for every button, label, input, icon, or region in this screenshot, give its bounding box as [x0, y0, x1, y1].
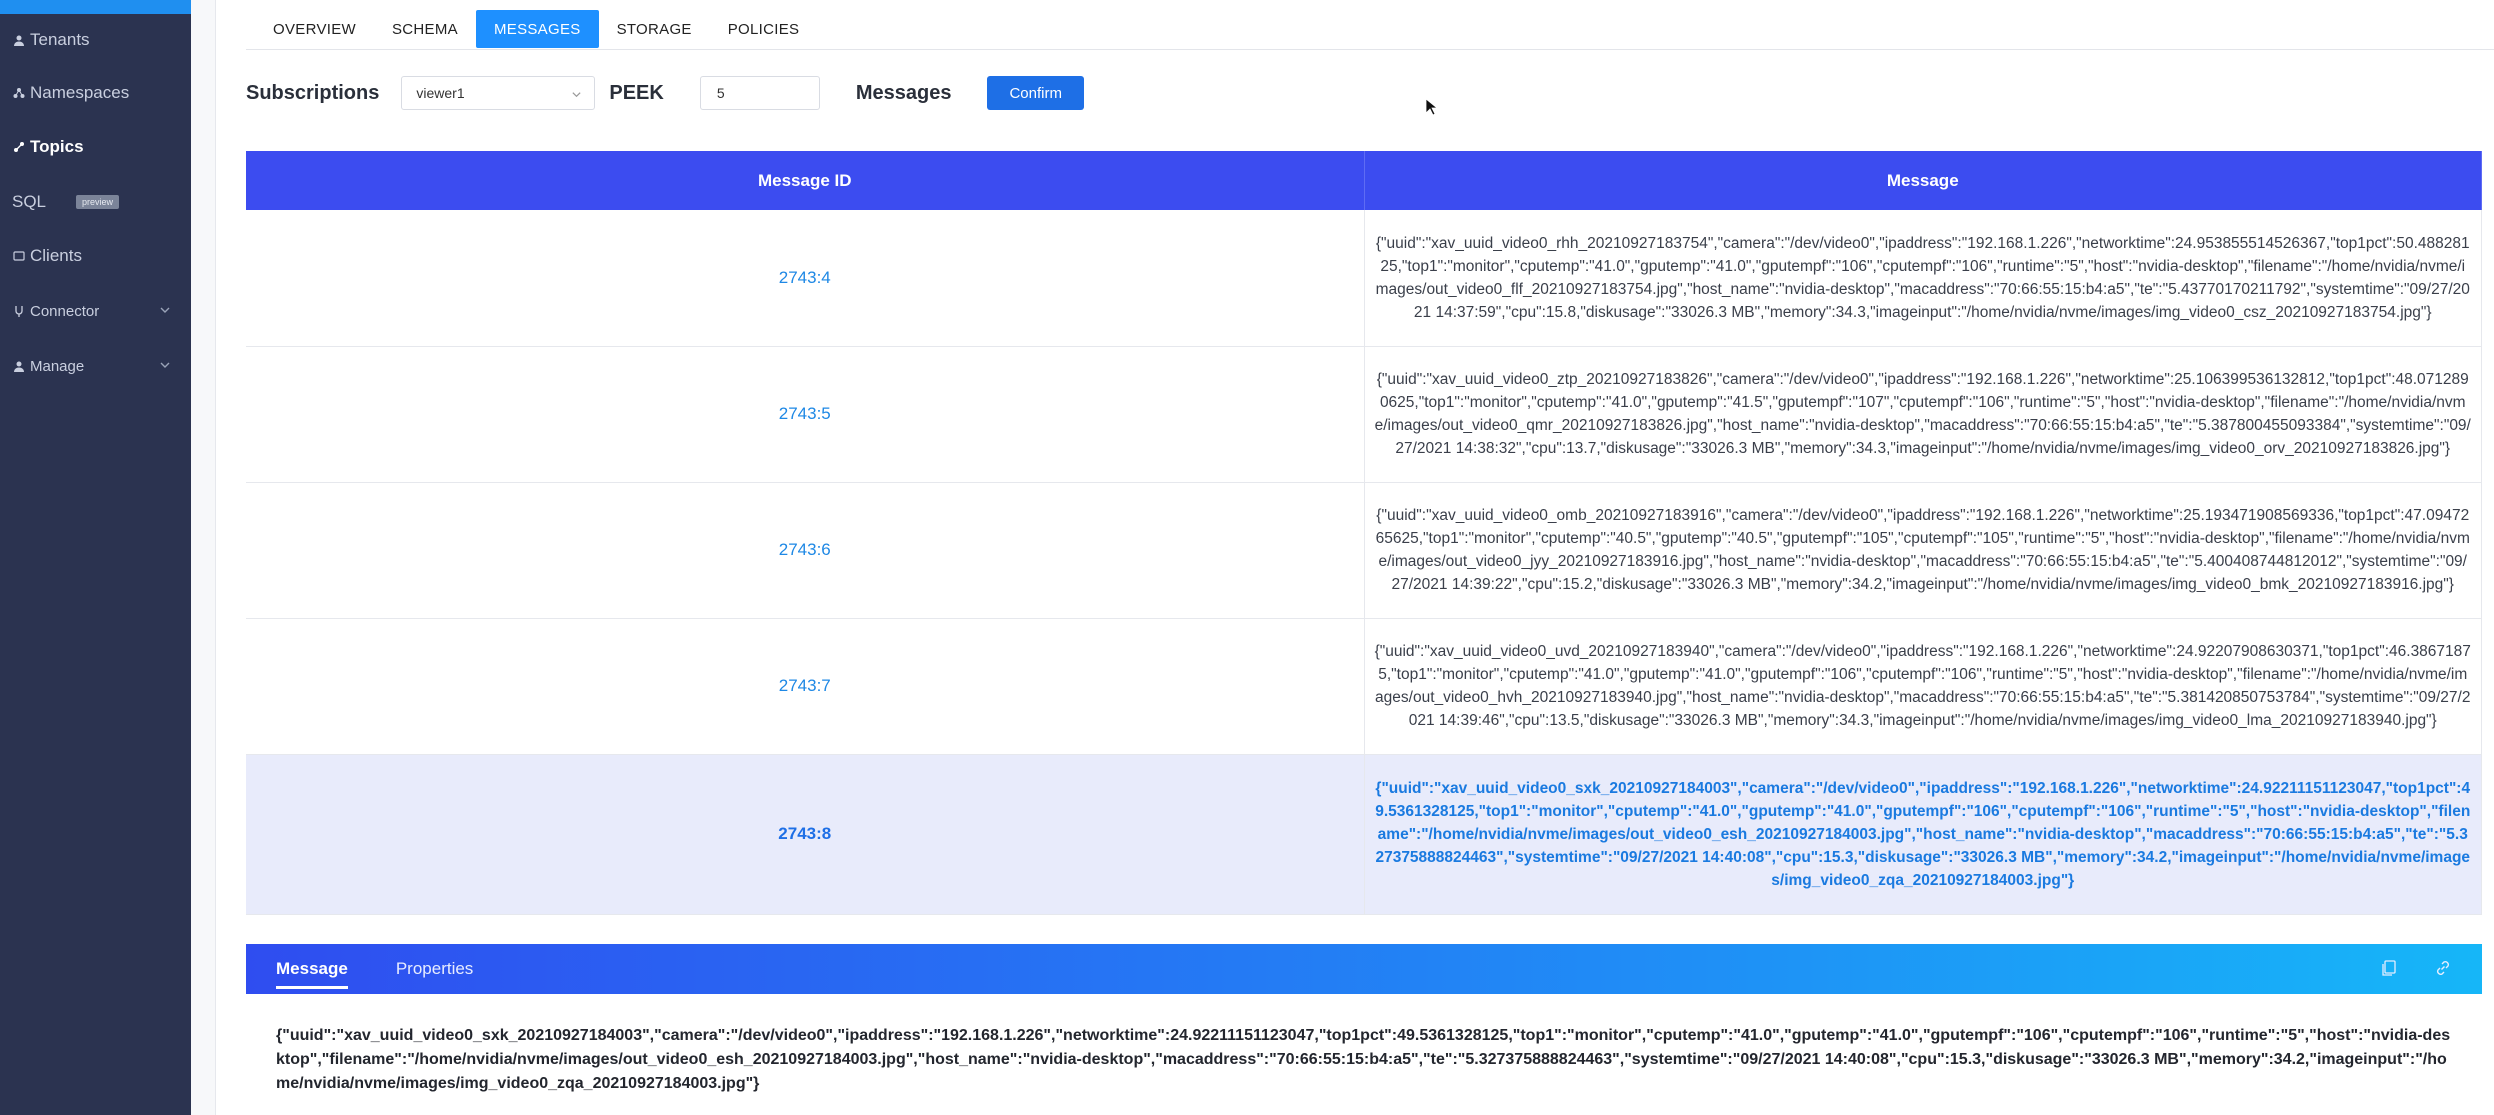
link-icon[interactable] [2434, 959, 2452, 977]
sidebar-item-label: SQL [12, 192, 47, 211]
peek-input[interactable] [699, 76, 820, 110]
message-id-link[interactable]: 2743:5 [246, 346, 1365, 483]
clients-icon [12, 249, 26, 263]
messages-table: Message ID Message 2743:4 {"uuid":"xav_u… [246, 151, 2482, 915]
messages-toolbar: Subscriptions viewer1 PEEK Messages Conf… [246, 74, 2494, 112]
sidebar-item-tenants[interactable]: Tenants [0, 20, 191, 60]
detail-actions [2380, 959, 2452, 977]
sidebar-item-label: Clients [30, 246, 82, 265]
message-id-link[interactable]: 2743:6 [246, 482, 1365, 619]
detail-tab-message[interactable]: Message [276, 953, 348, 989]
sidebar-top-accent [0, 0, 191, 14]
message-detail-body: {"uuid":"xav_uuid_video0_sxk_20210927184… [246, 994, 2482, 1115]
peek-label: PEEK [609, 81, 664, 104]
table-row-selected[interactable]: 2743:8 {"uuid":"xav_uuid_video0_sxk_2021… [246, 754, 2482, 915]
table-header-row: Message ID Message [246, 151, 2482, 210]
sidebar-item-label: Namespaces [30, 83, 130, 102]
chevron-down-icon [160, 362, 170, 368]
message-detail-header: Message Properties [246, 944, 2482, 994]
messages-label: Messages [855, 81, 952, 104]
subscription-select[interactable]: viewer1 [401, 76, 596, 110]
user-icon [12, 33, 26, 47]
confirm-button[interactable]: Confirm [987, 76, 1084, 110]
column-header-message: Message [1364, 151, 2482, 210]
tab-schema[interactable]: SCHEMA [374, 10, 476, 48]
table-row[interactable]: 2743:6 {"uuid":"xav_uuid_video0_omb_2021… [246, 482, 2482, 619]
sidebar-item-label: Tenants [30, 30, 90, 49]
tab-messages[interactable]: MESSAGES [475, 10, 599, 48]
sidebar-item-connector[interactable]: Connector [0, 291, 191, 331]
sidebar-item-topics[interactable]: Topics [0, 127, 191, 167]
subscription-value: viewer1 [416, 85, 465, 101]
tab-overview[interactable]: OVERVIEW [255, 10, 374, 48]
connector-icon [12, 304, 26, 318]
topic-tabs: OVERVIEW SCHEMA MESSAGES STORAGE POLICIE… [255, 10, 817, 48]
copy-icon[interactable] [2380, 959, 2398, 977]
table-row[interactable]: 2743:5 {"uuid":"xav_uuid_video0_ztp_2021… [246, 346, 2482, 483]
column-header-message-id: Message ID [246, 151, 1365, 210]
sidebar-item-namespaces[interactable]: Namespaces [0, 73, 191, 113]
sidebar-item-label: Connector [30, 302, 100, 320]
chevron-down-icon [572, 92, 581, 98]
sidebar-item-label: Topics [30, 137, 84, 156]
message-id-link[interactable]: 2743:7 [246, 618, 1365, 755]
message-payload: {"uuid":"xav_uuid_video0_ztp_20210927183… [1364, 346, 2482, 483]
namespace-icon [12, 86, 26, 100]
table-row[interactable]: 2743:4 {"uuid":"xav_uuid_video0_rhh_2021… [246, 210, 2482, 347]
message-id-link[interactable]: 2743:4 [246, 210, 1365, 347]
message-id-link[interactable]: 2743:8 [246, 754, 1365, 915]
tab-storage[interactable]: STORAGE [599, 10, 710, 48]
manage-icon [12, 359, 26, 373]
table-row[interactable]: 2743:7 {"uuid":"xav_uuid_video0_uvd_2021… [246, 618, 2482, 755]
sidebar-item-label: Manage [30, 357, 85, 375]
sidebar: Tenants Namespaces Topics SQL preview Cl… [0, 0, 191, 1115]
sidebar-item-clients[interactable]: Clients [0, 236, 191, 276]
preview-badge: preview [76, 195, 120, 209]
topic-icon [12, 140, 26, 154]
detail-tab-properties[interactable]: Properties [396, 953, 473, 985]
mouse-cursor-icon [1425, 98, 1437, 116]
message-payload: {"uuid":"xav_uuid_video0_rhh_20210927183… [1364, 210, 2482, 347]
sidebar-item-sql[interactable]: SQL preview [0, 182, 191, 222]
message-payload: {"uuid":"xav_uuid_video0_uvd_20210927183… [1364, 618, 2482, 755]
message-payload: {"uuid":"xav_uuid_video0_sxk_20210927184… [1364, 754, 2482, 915]
chevron-down-icon [160, 307, 170, 313]
message-payload: {"uuid":"xav_uuid_video0_omb_20210927183… [1364, 482, 2482, 619]
tabs-divider [246, 49, 2494, 50]
subscriptions-label: Subscriptions [246, 81, 380, 104]
sidebar-item-manage[interactable]: Manage [0, 346, 191, 386]
tab-policies[interactable]: POLICIES [710, 10, 818, 48]
